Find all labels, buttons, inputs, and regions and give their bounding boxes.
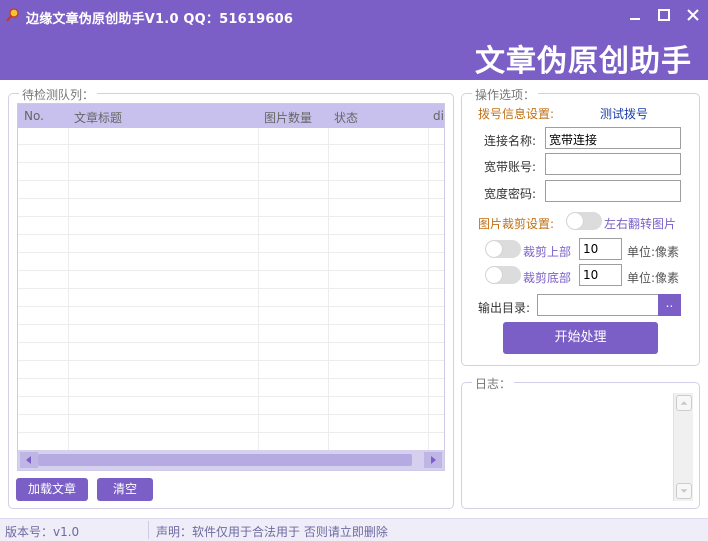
article-table[interactable]: No. 文章标题 图片数量 状态 di bbox=[17, 103, 445, 471]
title-bar: 边缘文章伪原创助手V1.0 QQ：51619606 bbox=[0, 0, 708, 30]
close-icon[interactable] bbox=[684, 6, 702, 24]
crop-top-toggle[interactable] bbox=[485, 240, 521, 258]
start-processing-button[interactable]: 开始处理 bbox=[503, 322, 658, 354]
crop-bottom-label: 裁剪底部 bbox=[523, 271, 572, 285]
table-header: No. 文章标题 图片数量 状态 di bbox=[18, 104, 444, 128]
window-title: 边缘文章伪原创助手V1.0 QQ：51619606 bbox=[26, 12, 294, 27]
chevron-down-icon bbox=[680, 489, 688, 493]
column-header-dir[interactable]: di bbox=[433, 109, 444, 123]
toggle-knob bbox=[486, 241, 502, 257]
chevron-up-icon bbox=[680, 401, 688, 405]
options-group-title: 操作选项： bbox=[472, 86, 539, 103]
minimize-icon[interactable] bbox=[626, 6, 644, 24]
crop-top-unit-label: 单位:像素 bbox=[627, 245, 680, 259]
table-grid-lines bbox=[18, 128, 444, 450]
password-label: 宽度密码: bbox=[484, 187, 537, 201]
version-text: 版本号：v1.0 bbox=[5, 525, 80, 539]
browse-folder-button[interactable]: .. bbox=[658, 294, 681, 316]
log-group-title: 日志： bbox=[472, 375, 515, 392]
chevron-right-icon bbox=[431, 456, 436, 464]
log-group: 日志： bbox=[461, 375, 700, 509]
maximize-icon[interactable] bbox=[655, 6, 673, 24]
output-dir-input[interactable] bbox=[537, 294, 659, 316]
header-banner: 文章伪原创助手 bbox=[0, 30, 708, 80]
scrollbar-thumb[interactable] bbox=[38, 454, 412, 466]
banner-title: 文章伪原创助手 bbox=[475, 44, 692, 79]
flip-image-label: 左右翻转图片 bbox=[604, 217, 677, 231]
crop-bottom-unit-label: 单位:像素 bbox=[627, 271, 680, 285]
crop-bottom-input[interactable]: 10 bbox=[579, 264, 622, 286]
column-header-status[interactable]: 状态 bbox=[334, 109, 358, 126]
log-scroll-down-button[interactable] bbox=[676, 483, 692, 499]
scroll-left-button[interactable] bbox=[20, 452, 38, 468]
queue-group-title: 待检测队列： bbox=[19, 86, 98, 103]
column-header-title[interactable]: 文章标题 bbox=[74, 109, 122, 126]
connection-name-label: 连接名称: bbox=[484, 134, 537, 148]
horizontal-scrollbar[interactable] bbox=[18, 450, 444, 470]
crop-settings-label: 图片裁剪设置: bbox=[478, 217, 555, 231]
notice-text: 声明：软件仅用于合法用于 否则请立即删除 bbox=[156, 525, 388, 539]
dial-settings-label: 拨号信息设置: bbox=[478, 107, 555, 121]
flip-image-toggle[interactable] bbox=[566, 212, 602, 230]
status-divider bbox=[148, 521, 149, 539]
account-input[interactable] bbox=[545, 153, 681, 175]
column-header-image-count[interactable]: 图片数量 bbox=[264, 109, 312, 126]
crop-top-label: 裁剪上部 bbox=[523, 245, 572, 259]
status-bar: 版本号：v1.0 声明：软件仅用于合法用于 否则请立即删除 bbox=[0, 518, 708, 541]
connection-name-input[interactable]: 宽带连接 bbox=[545, 127, 681, 149]
toggle-knob bbox=[567, 213, 583, 229]
log-scrollbar[interactable] bbox=[673, 393, 693, 501]
crop-top-input[interactable]: 10 bbox=[579, 238, 622, 260]
load-articles-button[interactable]: 加载文章 bbox=[16, 478, 88, 501]
scroll-right-button[interactable] bbox=[424, 452, 442, 468]
output-dir-label: 输出目录: bbox=[478, 301, 531, 315]
crop-bottom-toggle[interactable] bbox=[485, 266, 521, 284]
toggle-knob bbox=[486, 267, 502, 283]
test-dial-link[interactable]: 测试拨号 bbox=[600, 105, 648, 122]
log-scroll-up-button[interactable] bbox=[676, 395, 692, 411]
chevron-left-icon bbox=[26, 456, 31, 464]
column-header-no[interactable]: No. bbox=[24, 109, 44, 123]
account-label: 宽带账号: bbox=[484, 160, 537, 174]
password-input[interactable] bbox=[545, 180, 681, 202]
clear-button[interactable]: 清空 bbox=[97, 478, 153, 501]
app-logo-icon bbox=[6, 8, 19, 22]
